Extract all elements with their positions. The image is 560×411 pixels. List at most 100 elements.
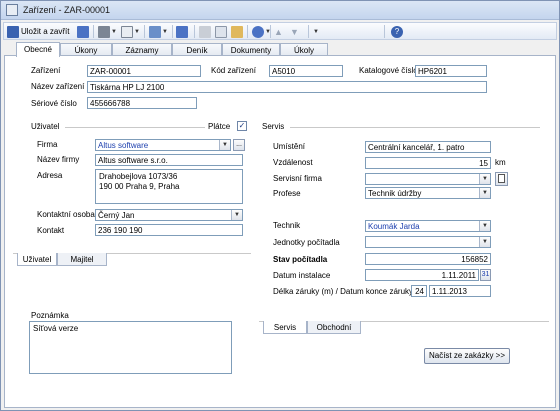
cut-button[interactable] (199, 25, 211, 38)
toolbar-separator (270, 25, 271, 38)
zarizeni-field[interactable]: ZAR-00001 (87, 65, 201, 77)
kod-zarizeni-label: Kód zařízení (211, 66, 256, 75)
kontakt-field[interactable]: 236 190 190 (95, 224, 243, 236)
datum-instalace-field[interactable]: 1.11.2011 (365, 269, 479, 281)
datum-instalace-label: Datum instalace (273, 271, 331, 280)
cut-icon (199, 25, 211, 38)
chevron-down-icon[interactable]: ▼ (479, 221, 490, 231)
chevron-down-icon: ▼ (111, 28, 117, 35)
technik-select[interactable]: Koumák Jarda ▼ (365, 220, 491, 232)
uzivatel-divider (65, 127, 205, 128)
vzdalenost-unit: km (495, 158, 506, 167)
platce-checkbox[interactable]: ✓ (237, 121, 247, 131)
preview-icon (121, 25, 133, 38)
attach-button[interactable]: ▼ (149, 25, 168, 38)
servisni-firma-document-button[interactable] (495, 172, 508, 186)
vzdalenost-field[interactable]: 15 (365, 157, 491, 169)
stav-pocitadla-field[interactable]: 156852 (365, 253, 491, 265)
zaruka-end-date-field[interactable]: 1.11.2013 (429, 285, 491, 297)
copy-icon (77, 25, 89, 38)
platce-label: Plátce (208, 122, 231, 131)
subtab-uzivatel[interactable]: Uživatel (17, 253, 57, 266)
preview-button[interactable]: ▼ (121, 25, 140, 38)
chevron-down-icon[interactable]: ▼ (479, 237, 490, 247)
save-as-icon (176, 25, 188, 38)
kontaktni-osoba-label: Kontaktní osoba (37, 210, 95, 219)
calendar-icon: 31 (481, 271, 490, 278)
umisteni-field[interactable]: Centrální kancelář, 1. patro (365, 141, 491, 153)
kontaktni-osoba-value: Černý Jan (98, 211, 135, 220)
kontakt-label: Kontakt (37, 226, 65, 235)
uzivatel-section-label: Uživatel (31, 122, 60, 131)
save-as-button[interactable] (176, 25, 188, 38)
vzdalenost-label: Vzdálenost (273, 158, 313, 167)
tab-obecne[interactable]: Obecné (16, 42, 60, 57)
servis-divider (290, 127, 540, 128)
paste-button[interactable] (231, 25, 243, 38)
firma-lookup-button[interactable]: ... (233, 139, 245, 151)
seriove-cislo-field[interactable]: 455666788 (87, 97, 197, 109)
print-icon (98, 25, 110, 38)
stav-pocitadla-label: Stav počítadla (273, 255, 328, 264)
move-down-button[interactable]: ▼ (290, 25, 299, 38)
adresa-field[interactable]: Drahobejlova 1073/36 190 00 Praha 9, Pra… (95, 169, 243, 204)
servis-section-label: Servis (262, 122, 285, 131)
profese-select[interactable]: Technik údržby ▼ (365, 187, 491, 199)
help-button[interactable]: ? (391, 25, 403, 38)
jednotky-pocitadla-select[interactable]: ▼ (365, 236, 491, 248)
window-title: Zařízení - ZAR-00001 (23, 5, 111, 15)
profese-label: Profese (273, 189, 301, 198)
duplicate-button[interactable] (77, 25, 89, 38)
main-tabs: Obecné Úkony Záznamy Deník Dokumenty Úko… (4, 42, 556, 57)
tab-panel-obecne: Zařízení ZAR-00001 Kód zařízení A5010 Ka… (4, 55, 556, 408)
down-icon: ▼ (290, 26, 299, 37)
help-icon: ? (391, 25, 403, 38)
subtab-majitel[interactable]: Majitel (57, 253, 107, 266)
nacist-ze-zakazky-button[interactable]: Načíst ze zakázky >> (424, 348, 510, 364)
poznamka-label: Poznámka (31, 311, 69, 320)
move-up-button[interactable]: ▲ (274, 25, 283, 38)
chevron-down-icon[interactable]: ▼ (479, 188, 490, 198)
nazev-firmy-label: Název firmy (37, 155, 80, 164)
firma-select[interactable]: Altus software ▼ (95, 139, 231, 151)
subtab-servis[interactable]: Servis (263, 321, 307, 334)
window-icon (6, 4, 18, 16)
toolbar: Uložit a zavřít ▼ ▼ ▼ ▼ ▲ ▼ ▼ ? (3, 22, 557, 40)
kod-zarizeni-field[interactable]: A5010 (269, 65, 343, 77)
toolbar-separator (144, 25, 145, 38)
seriove-cislo-label: Sériové číslo (31, 99, 77, 108)
calendar-button[interactable]: 31 (480, 269, 491, 281)
zaruka-months-field[interactable]: 24 (411, 285, 427, 297)
chevron-down-icon[interactable]: ▼ (219, 140, 230, 150)
katalogove-cislo-field[interactable]: HP6201 (415, 65, 487, 77)
options-button[interactable]: ▼ (312, 25, 319, 38)
copy-button[interactable] (215, 25, 227, 38)
kontaktni-osoba-select[interactable]: Černý Jan ▼ (95, 209, 243, 221)
save-close-button[interactable]: Uložit a zavřít (7, 25, 69, 38)
up-icon: ▲ (274, 26, 283, 37)
toolbar-separator (247, 25, 248, 38)
chevron-down-icon[interactable]: ▼ (231, 210, 242, 220)
copy-icon (215, 25, 227, 38)
zarizeni-label: Zařízení (31, 66, 61, 75)
servisni-firma-select[interactable]: ▼ (365, 173, 491, 185)
technik-label: Technik (273, 221, 301, 230)
zaruka-label: Délka záruky (m) / Datum konce záruky (273, 287, 414, 296)
chevron-down-icon: ▼ (313, 28, 319, 35)
nazev-firmy-field[interactable]: Altus software s.r.o. (95, 154, 243, 166)
print-button[interactable]: ▼ (98, 25, 117, 38)
profese-value: Technik údržby (368, 189, 422, 198)
toolbar-separator (194, 25, 195, 38)
firma-value: Altus software (98, 141, 149, 150)
chevron-down-icon[interactable]: ▼ (479, 174, 490, 184)
nazev-zarizeni-label: Název zařízení (31, 82, 85, 91)
poznamka-field[interactable]: Síťová verze (29, 321, 232, 374)
paste-icon (231, 25, 243, 38)
technik-value: Koumák Jarda (368, 222, 420, 231)
undo-icon (252, 25, 264, 38)
undo-button[interactable]: ▼ (252, 25, 271, 38)
subtab-obchodni[interactable]: Obchodní (307, 321, 361, 334)
umisteni-label: Umístění (273, 142, 306, 151)
servisni-firma-label: Servisní firma (273, 174, 322, 183)
nazev-zarizeni-field[interactable]: Tiskárna HP LJ 2100 (87, 81, 487, 93)
